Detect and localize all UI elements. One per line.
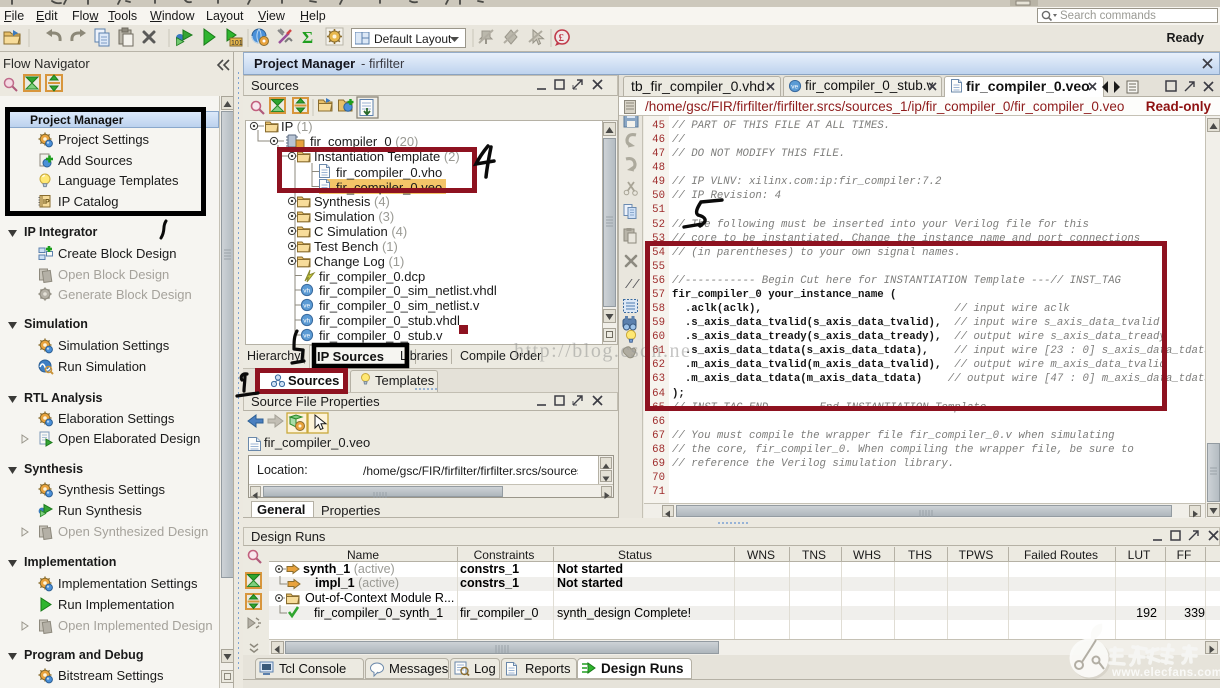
svg-text:£: £ (559, 32, 565, 44)
svg-text:Σ: Σ (302, 28, 313, 47)
svg-text:101: 101 (231, 40, 243, 47)
svg-text://: // (625, 278, 640, 292)
svg-text:ve: ve (791, 84, 798, 91)
